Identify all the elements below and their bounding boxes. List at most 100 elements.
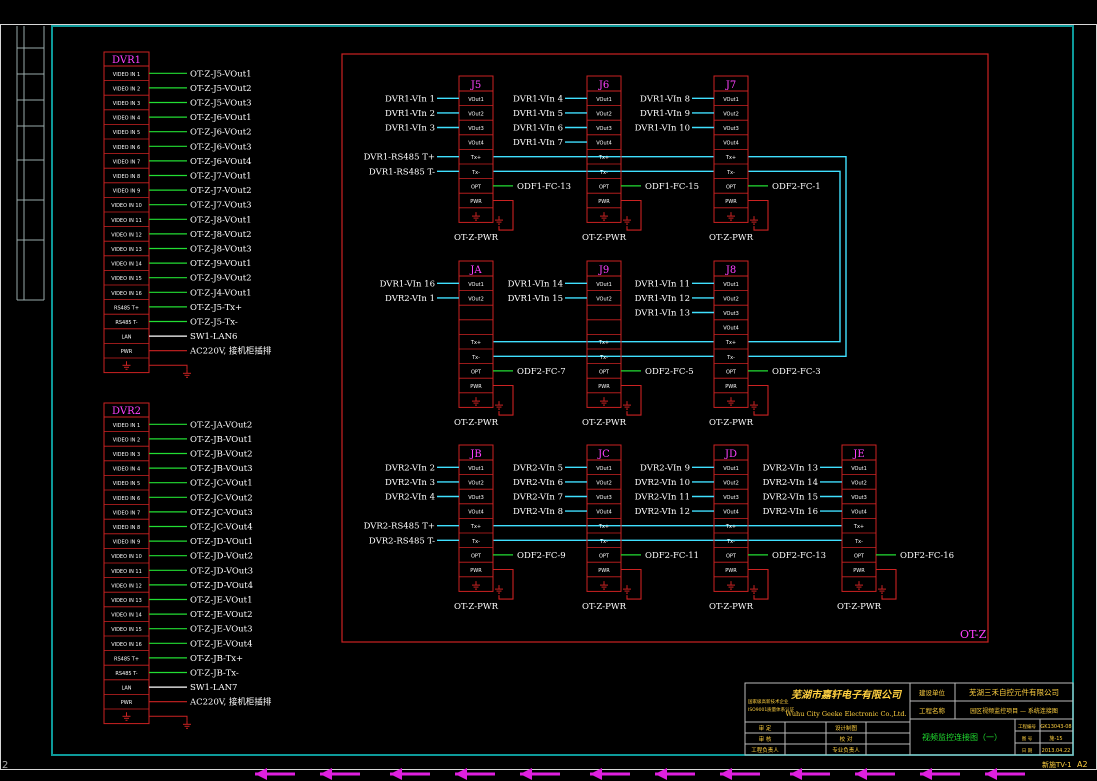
junction-input-label: DVR1-RS485 T- xyxy=(369,167,435,177)
dvr-wire-label: OT-Z-JB-Tx+ xyxy=(190,654,243,664)
junction-port-label: Tx- xyxy=(471,539,480,545)
dvr-port-label: VIDEO IN 9 xyxy=(113,540,140,546)
dvr-port-label: VIDEO IN 2 xyxy=(113,437,140,443)
junction-input-label: DVR1-VIn 8 xyxy=(640,94,690,104)
dvr-wire-label: OT-Z-J5-VOut3 xyxy=(190,99,252,109)
junction-port-label: Tx+ xyxy=(470,155,481,161)
junction-power-loop xyxy=(621,199,642,231)
junction-port-label: VOut4 xyxy=(468,510,484,516)
junction-port-label: VOut3 xyxy=(851,495,867,501)
junction-input-label: DVR2-VIn 8 xyxy=(513,507,563,517)
tb-project-no: GK13043-08 xyxy=(1040,724,1071,730)
junction-port-label: Tx+ xyxy=(598,524,609,530)
junction-input-label: DVR2-VIn 7 xyxy=(513,493,563,503)
dvr-unit-1: DVR1 VIDEO IN 1 OT-Z-J5-VOut1 VIDEO IN 2 OT-… xyxy=(103,51,272,378)
junction-power-loop xyxy=(748,384,769,416)
dvr-wire-label: OT-Z-JC-VOut3 xyxy=(190,508,253,518)
ground-icon xyxy=(855,581,863,590)
junction-port-label: VOut3 xyxy=(723,311,739,317)
junction-port-label: Tx+ xyxy=(725,155,736,161)
dvr-port-label: VIDEO IN 10 xyxy=(111,554,142,560)
junction-port-label: VOut3 xyxy=(468,495,484,501)
junction-output-label: ODF2-FC-7 xyxy=(517,367,566,377)
junction-port-label: VOut1 xyxy=(596,282,612,288)
junction-port-label: VOut3 xyxy=(468,126,484,132)
tb-mid-label-3: 专业负责人 xyxy=(832,746,860,754)
junction-title: J6 xyxy=(598,80,609,91)
dvr-wire-label: OT-Z-JB-VOut3 xyxy=(190,464,253,474)
junction-output-label: ODF2-FC-3 xyxy=(772,367,821,377)
dvr-wire-label: OT-Z-JE-VOut3 xyxy=(190,625,252,635)
dvr-port-label: VIDEO IN 5 xyxy=(113,481,140,487)
junction-port-label: PWR xyxy=(598,568,610,574)
junction-port-label: Tx+ xyxy=(470,524,481,530)
junction-title: J7 xyxy=(725,80,736,91)
ground-icon xyxy=(727,581,735,590)
dvr-port-label: VIDEO IN 16 xyxy=(111,291,142,297)
junction-input-label: DVR1-VIn 11 xyxy=(635,279,690,289)
junction-input-label: DVR2-VIn 11 xyxy=(635,493,690,503)
ground-icon xyxy=(183,720,191,729)
paper-size: A2 xyxy=(1077,760,1088,769)
junction-port-label: PWR xyxy=(598,199,610,205)
junction-port-label: VOut2 xyxy=(723,480,739,486)
dvr-port-label: RS485 T+ xyxy=(114,656,139,662)
junction-input-label: DVR1-VIn 1 xyxy=(385,94,435,104)
junction-port-label: Tx- xyxy=(471,170,480,176)
dvr-port-label: VIDEO IN 7 xyxy=(113,159,140,165)
junction-output-label: ODF2-FC-16 xyxy=(900,551,954,561)
dvr-port-label: VIDEO IN 13 xyxy=(111,598,142,604)
dvr-wire-label: OT-Z-J8-VOut2 xyxy=(190,230,252,240)
junction-port-label: VOut1 xyxy=(723,97,739,103)
junction-input-label: DVR1-VIn 12 xyxy=(635,294,690,304)
junction-title: JB xyxy=(469,449,481,460)
dvr-port-label: VIDEO IN 10 xyxy=(111,203,142,209)
margin-marker: 2 xyxy=(2,760,8,771)
dvr-wire-label: OT-Z-J5-Tx+ xyxy=(190,303,242,313)
ground-icon xyxy=(750,401,758,410)
dvr-port-label: VIDEO IN 8 xyxy=(113,174,140,180)
dvr-port-label: RS485 T+ xyxy=(114,305,139,311)
ground-icon xyxy=(600,212,608,221)
dvr-wire-label: OT-Z-JB-Tx- xyxy=(190,669,239,679)
junction-port-label: OPT xyxy=(726,553,737,559)
junction-box-je: JE VOut1 DVR2-VIn 13 VOut2 DVR2-VIn 14 VOut3 D… xyxy=(763,444,954,612)
junction-port-label: VOut4 xyxy=(596,141,612,147)
dvr-wire-label: OT-Z-J6-VOut2 xyxy=(190,128,252,138)
dvr-port-label: LAN xyxy=(121,686,131,692)
dvr-port-label: VIDEO IN 15 xyxy=(111,627,142,633)
dvr-wire-label: OT-Z-J6-VOut1 xyxy=(190,113,252,123)
dvr-wire-label: OT-Z-JD-VOut1 xyxy=(190,537,253,547)
junction-output-label: ODF2-FC-9 xyxy=(517,551,566,561)
junction-port-label: Tx+ xyxy=(598,155,609,161)
junction-port-label: VOut1 xyxy=(596,97,612,103)
dvr-port-label: VIDEO IN 4 xyxy=(113,467,140,473)
junction-port-label: VOut2 xyxy=(596,111,612,117)
dvr-wire-label: OT-Z-JC-VOut4 xyxy=(190,523,253,533)
dvr-port-label: LAN xyxy=(121,335,131,341)
junction-output-label: ODF1-FC-13 xyxy=(517,182,571,192)
ground-icon xyxy=(623,401,631,410)
junction-power-loop xyxy=(493,384,514,416)
junction-power-label: OT-Z-PWR xyxy=(454,602,499,612)
dvr-wire-label: OT-Z-J7-VOut2 xyxy=(190,186,252,196)
title-block: 国家级高新技术企业 ISO9001质量体系认证 芜湖市嘉轩电子有限公司 Wuhu… xyxy=(744,682,1074,756)
dvr-wire-label: OT-Z-J9-VOut1 xyxy=(190,259,252,269)
tb-project-name: 园区视频监控项目 — 系统连接图 xyxy=(970,707,1058,715)
dvr-wire-label: OT-Z-JB-VOut2 xyxy=(190,450,253,460)
junction-port-label: Tx+ xyxy=(853,524,864,530)
junction-power-label: OT-Z-PWR xyxy=(709,602,754,612)
junction-port-label: VOut3 xyxy=(596,126,612,132)
dvr-port-label: VIDEO IN 12 xyxy=(111,232,142,238)
junction-port-label: Tx- xyxy=(599,355,608,361)
ground-icon xyxy=(727,212,735,221)
dvr-wire-label: OT-Z-J4-VOut1 xyxy=(190,288,252,298)
junction-title: J5 xyxy=(470,80,481,91)
junction-port-label: PWR xyxy=(853,568,865,574)
ground-icon xyxy=(750,585,758,594)
junction-port-label: VOut2 xyxy=(596,296,612,302)
junction-title: JD xyxy=(724,449,737,460)
junction-port-label: VOut3 xyxy=(723,495,739,501)
ground-icon xyxy=(122,361,131,370)
junction-input-label: DVR2-VIn 1 xyxy=(385,294,435,304)
